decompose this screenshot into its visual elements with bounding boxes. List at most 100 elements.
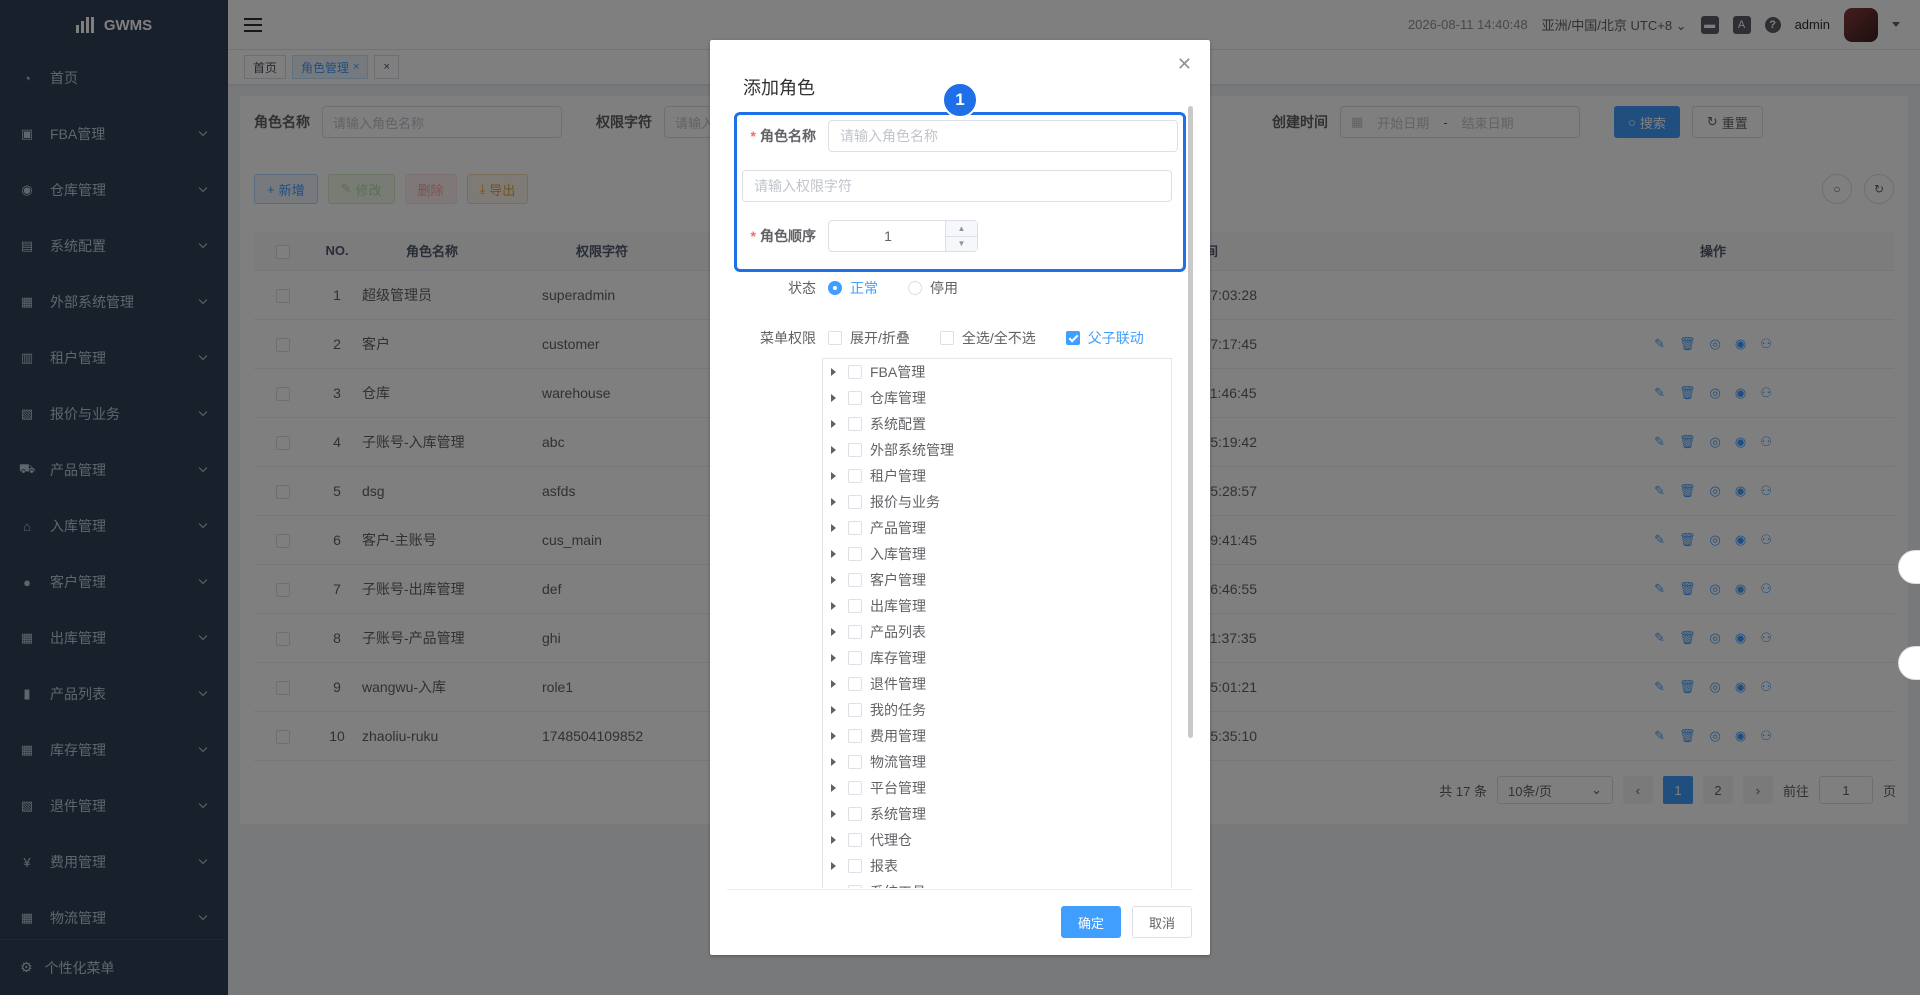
caret-right-icon[interactable] (831, 602, 836, 610)
parent-child-linkage-checkbox[interactable]: 父子联动 (1065, 328, 1144, 348)
expand-collapse-checkbox[interactable]: 展开/折叠 (828, 328, 910, 348)
tree-checkbox[interactable] (848, 547, 862, 561)
caret-right-icon[interactable] (831, 784, 836, 792)
decrease-icon[interactable]: ▼ (946, 236, 977, 251)
status-disabled-radio[interactable]: 停用 (908, 278, 958, 298)
tree-checkbox[interactable] (848, 729, 862, 743)
tree-checkbox[interactable] (848, 755, 862, 769)
role-name-row: * 角色名称 请输入角色名称 (734, 120, 1178, 152)
tree-node[interactable]: 入库管理 (823, 541, 1171, 567)
perm-row: 请输入权限字符 (742, 170, 1172, 202)
tree-checkbox[interactable] (848, 495, 862, 509)
tree-checkbox[interactable] (848, 625, 862, 639)
tree-checkbox[interactable] (848, 781, 862, 795)
caret-right-icon[interactable] (831, 836, 836, 844)
order-row: * 角色顺序 1 ▲ ▼ (734, 220, 978, 252)
tree-checkbox[interactable] (848, 417, 862, 431)
caret-right-icon[interactable] (831, 498, 836, 506)
add-role-dialog: 添加角色 ✕ 1 * 角色名称 请输入角色名称 请输入权限字符 * 角色顺序 1 ▲… (710, 40, 1210, 955)
tree-node[interactable]: 仓库管理 (823, 385, 1171, 411)
tree-node[interactable]: 退件管理 (823, 671, 1171, 697)
caret-right-icon[interactable] (831, 732, 836, 740)
tree-checkbox[interactable] (848, 651, 862, 665)
tree-node[interactable]: 库存管理 (823, 645, 1171, 671)
tree-checkbox[interactable] (848, 365, 862, 379)
caret-right-icon[interactable] (831, 550, 836, 558)
status-normal-radio[interactable]: 正常 (828, 278, 878, 298)
tree-node[interactable]: 系统工具 (823, 879, 1171, 888)
tree-node-label: 外部系统管理 (870, 442, 954, 458)
tree-checkbox[interactable] (848, 703, 862, 717)
tree-node[interactable]: 租户管理 (823, 463, 1171, 489)
tree-checkbox[interactable] (848, 859, 862, 873)
confirm-button[interactable]: 确定 (1061, 906, 1121, 938)
tree-node[interactable]: 系统配置 (823, 411, 1171, 437)
tree-checkbox[interactable] (848, 677, 862, 691)
tree-node-label: 出库管理 (870, 598, 926, 614)
menu-perm-row: 菜单权限 展开/折叠 全选/全不选 父子联动 (734, 328, 1174, 348)
tree-node[interactable]: 外部系统管理 (823, 437, 1171, 463)
caret-right-icon[interactable] (831, 524, 836, 532)
caret-right-icon[interactable] (831, 758, 836, 766)
order-stepper[interactable]: 1 ▲ ▼ (828, 220, 978, 252)
tree-node-label: 客户管理 (870, 572, 926, 588)
caret-right-icon[interactable] (831, 862, 836, 870)
menu-perm-label: 菜单权限 (760, 330, 816, 346)
tree-node-label: FBA管理 (870, 364, 926, 380)
tree-checkbox[interactable] (848, 573, 862, 587)
tree-node-label: 系统工具 (870, 882, 926, 888)
tree-checkbox[interactable] (848, 599, 862, 613)
tree-node-label: 退件管理 (870, 676, 926, 692)
status-label: 状态 (788, 280, 816, 296)
tree-node-label: 物流管理 (870, 754, 926, 770)
step-badge: 1 (942, 82, 978, 118)
tree-checkbox[interactable] (848, 443, 862, 457)
caret-right-icon[interactable] (831, 394, 836, 402)
tree-node[interactable]: 报表 (823, 853, 1171, 879)
status-row: 状态 正常 停用 (734, 278, 988, 298)
tree-checkbox[interactable] (848, 807, 862, 821)
caret-right-icon[interactable] (831, 368, 836, 376)
tree-checkbox[interactable] (848, 469, 862, 483)
dialog-title: 添加角色 (743, 78, 815, 98)
tree-node-label: 代理仓 (870, 832, 912, 848)
caret-right-icon[interactable] (831, 576, 836, 584)
dialog-divider (727, 889, 1193, 890)
caret-right-icon[interactable] (831, 810, 836, 818)
cancel-button[interactable]: 取消 (1132, 906, 1192, 938)
tree-node[interactable]: 我的任务 (823, 697, 1171, 723)
role-name-field-label: 角色名称 (760, 128, 816, 144)
tree-node[interactable]: 系统管理 (823, 801, 1171, 827)
increase-icon[interactable]: ▲ (946, 221, 977, 237)
tree-node[interactable]: 产品列表 (823, 619, 1171, 645)
tree-node[interactable]: 出库管理 (823, 593, 1171, 619)
tree-checkbox[interactable] (848, 521, 862, 535)
tree-checkbox[interactable] (848, 391, 862, 405)
tree-node[interactable]: 代理仓 (823, 827, 1171, 853)
role-name-input[interactable]: 请输入角色名称 (828, 120, 1178, 152)
tree-node[interactable]: 产品管理 (823, 515, 1171, 541)
tree-node[interactable]: 平台管理 (823, 775, 1171, 801)
caret-right-icon[interactable] (831, 628, 836, 636)
tree-node[interactable]: 客户管理 (823, 567, 1171, 593)
dialog-scrollbar[interactable] (1188, 106, 1193, 738)
tree-node[interactable]: 报价与业务 (823, 489, 1171, 515)
tree-node[interactable]: 费用管理 (823, 723, 1171, 749)
tree-node-label: 库存管理 (870, 650, 926, 666)
tree-checkbox[interactable] (848, 833, 862, 847)
caret-right-icon[interactable] (831, 654, 836, 662)
tree-node-label: 我的任务 (870, 702, 926, 718)
caret-right-icon[interactable] (831, 472, 836, 480)
tree-node-label: 入库管理 (870, 546, 926, 562)
caret-right-icon[interactable] (831, 680, 836, 688)
caret-right-icon[interactable] (831, 420, 836, 428)
tree-node[interactable]: FBA管理 (823, 359, 1171, 385)
tree-checkbox[interactable] (848, 885, 862, 888)
close-icon[interactable]: ✕ (1177, 54, 1192, 75)
caret-right-icon[interactable] (831, 446, 836, 454)
select-all-menu-checkbox[interactable]: 全选/全不选 (939, 328, 1036, 348)
tree-node[interactable]: 物流管理 (823, 749, 1171, 775)
tree-node-label: 租户管理 (870, 468, 926, 484)
perm-input[interactable]: 请输入权限字符 (742, 170, 1172, 202)
caret-right-icon[interactable] (831, 706, 836, 714)
